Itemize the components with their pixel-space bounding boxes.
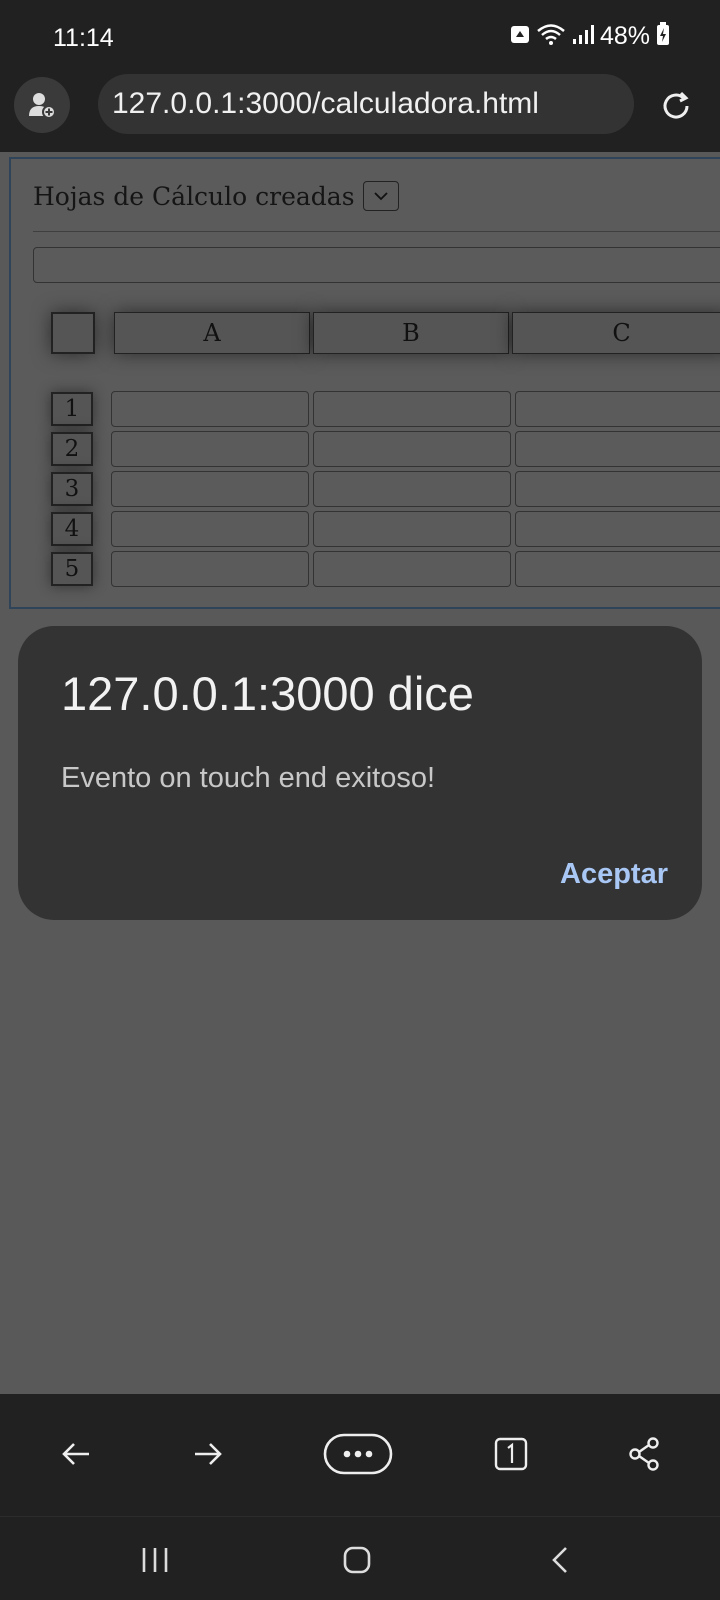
column-header-c[interactable]: C — [512, 312, 720, 354]
status-bar: 11:14 48% — [0, 0, 720, 74]
arrow-right-icon — [195, 1443, 222, 1465]
row-header-1[interactable]: 1 — [51, 392, 93, 426]
bottom-toolbar — [0, 1394, 720, 1516]
add-profile-icon — [29, 93, 56, 119]
reload-icon — [663, 91, 689, 119]
back-button[interactable] — [46, 1424, 106, 1484]
battery-percent: 48% — [599, 22, 650, 50]
accept-button[interactable]: Aceptar — [560, 858, 668, 891]
url-text: 127.0.0.1:3000/calculadora.html — [112, 87, 539, 120]
corner-cell — [51, 312, 95, 354]
cell-a2[interactable] — [111, 431, 309, 467]
sheet-header: Hojas de Cálculo creadas — [33, 181, 399, 211]
battery-charging-icon — [656, 22, 670, 51]
cell-a4[interactable] — [111, 511, 309, 547]
sheet-select[interactable] — [362, 181, 399, 211]
divider — [33, 231, 720, 232]
tabs-button[interactable] — [481, 1424, 541, 1484]
cell-a1[interactable] — [111, 391, 309, 427]
row-header-5[interactable]: 5 — [51, 552, 93, 586]
sheet-title: Hojas de Cálculo creadas — [33, 181, 355, 211]
recents-button[interactable] — [130, 1535, 180, 1585]
reload-button[interactable] — [654, 84, 698, 128]
column-header-a[interactable]: A — [114, 312, 310, 354]
signal-icon — [572, 23, 594, 50]
cell-b2[interactable] — [313, 431, 511, 467]
cell-b4[interactable] — [313, 511, 511, 547]
cell-c2[interactable] — [515, 431, 720, 467]
cell-b3[interactable] — [313, 471, 511, 507]
system-nav-bar — [0, 1516, 720, 1600]
arrow-left-icon — [62, 1443, 89, 1465]
cell-c3[interactable] — [515, 471, 720, 507]
profile-button[interactable] — [14, 77, 70, 133]
dialog-title: 127.0.0.1:3000 dice — [61, 667, 474, 720]
formula-input[interactable] — [33, 247, 720, 283]
cell-c1[interactable] — [515, 391, 720, 427]
cell-b1[interactable] — [313, 391, 511, 427]
address-bar[interactable]: 127.0.0.1:3000/calculadora.html — [98, 74, 634, 134]
forward-button[interactable] — [178, 1424, 238, 1484]
row-header-3[interactable]: 3 — [51, 472, 93, 506]
cell-b5[interactable] — [313, 551, 511, 587]
dialog-message: Evento on touch end exitoso! — [61, 762, 436, 794]
chevron-down-icon — [373, 192, 388, 201]
share-button[interactable] — [614, 1424, 674, 1484]
cell-a5[interactable] — [111, 551, 309, 587]
status-time: 11:14 — [53, 24, 114, 52]
home-icon — [343, 1546, 371, 1574]
wifi-icon — [536, 23, 566, 50]
column-header-b[interactable]: B — [313, 312, 509, 354]
system-back-button[interactable] — [535, 1535, 585, 1585]
notification-icon — [510, 23, 530, 50]
share-icon — [629, 1437, 659, 1471]
more-icon — [323, 1433, 393, 1475]
home-button[interactable] — [332, 1535, 382, 1585]
cell-c5[interactable] — [515, 551, 720, 587]
tabs-icon — [494, 1437, 528, 1471]
status-icons: 48% — [510, 22, 670, 51]
cell-a3[interactable] — [111, 471, 309, 507]
chevron-left-icon — [552, 1547, 567, 1573]
cell-c4[interactable] — [515, 511, 720, 547]
menu-button[interactable] — [322, 1424, 394, 1484]
browser-toolbar: 127.0.0.1:3000/calculadora.html — [0, 74, 720, 152]
alert-dialog: 127.0.0.1:3000 dice Evento on touch end … — [18, 626, 702, 920]
spreadsheet-panel: Hojas de Cálculo creadas A B C 1 2 3 4 5 — [9, 157, 720, 609]
row-header-2[interactable]: 2 — [51, 432, 93, 466]
row-header-4[interactable]: 4 — [51, 512, 93, 546]
recents-icon — [142, 1548, 168, 1572]
